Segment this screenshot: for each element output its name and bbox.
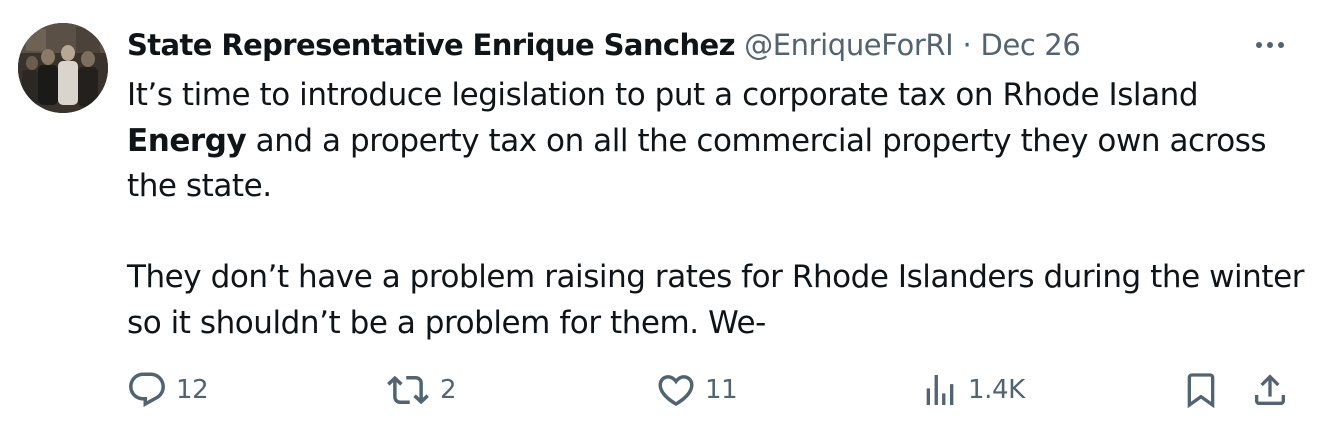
bookmark-icon — [1187, 373, 1215, 409]
views-button[interactable]: 1.4K — [920, 368, 1025, 412]
tweet-text: It’s time to introduce legislation to pu… — [127, 73, 1307, 346]
more-button[interactable] — [1252, 33, 1288, 57]
author-name[interactable]: State Representative Enrique Sanchez — [127, 28, 736, 62]
author-handle[interactable]: @EnriqueForRI — [744, 28, 954, 62]
tweet-date[interactable]: Dec 26 — [981, 28, 1081, 62]
tweet-header: State Representative Enrique Sanchez @En… — [127, 27, 1081, 63]
like-button[interactable]: 11 — [655, 368, 738, 412]
tweet-paragraph-2: They don’t have a problem raising rates … — [127, 259, 1304, 341]
tweet-text-bold: Energy — [127, 122, 247, 159]
more-icon — [1256, 42, 1284, 48]
avatar[interactable] — [18, 23, 108, 113]
tweet[interactable]: State Representative Enrique Sanchez @En… — [0, 0, 1330, 439]
like-count: 11 — [705, 375, 738, 405]
separator-dot: · — [962, 28, 972, 62]
bookmark-button[interactable] — [1181, 368, 1221, 412]
reply-icon — [129, 372, 165, 407]
avatar-photo — [18, 23, 108, 113]
reply-button[interactable]: 12 — [126, 368, 209, 412]
tweet-text-part: It’s time to introduce legislation to pu… — [127, 77, 1199, 113]
heart-icon — [658, 375, 694, 407]
repost-icon — [387, 375, 429, 405]
views-count: 1.4K — [968, 375, 1025, 405]
reply-count: 12 — [176, 375, 209, 405]
share-button[interactable] — [1250, 368, 1290, 412]
views-icon — [926, 375, 954, 405]
repost-button[interactable]: 2 — [384, 368, 457, 412]
tweet-paragraph-1: It’s time to introduce legislation to pu… — [127, 73, 1307, 210]
share-icon — [1255, 374, 1285, 405]
repost-count: 2 — [440, 375, 457, 405]
tweet-text-part: and a property tax on all the commercial… — [127, 122, 1267, 205]
